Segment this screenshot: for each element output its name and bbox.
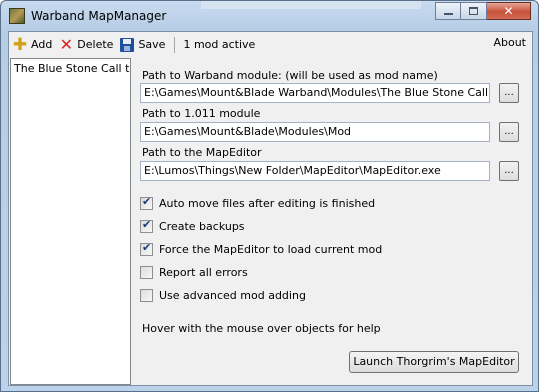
advanced-adding-label: Use advanced mod adding [159, 289, 306, 302]
option-advanced-adding[interactable]: Use advanced mod adding [140, 289, 306, 302]
option-create-backups[interactable]: Create backups [140, 218, 245, 233]
module-1011-path-input[interactable]: E:\Games\Mount&Blade\Modules\Mod [140, 122, 490, 142]
create-backups-label: Create backups [159, 220, 245, 233]
title-bar[interactable]: Warband MapManager ✕ [1, 1, 538, 31]
save-label: Save [138, 38, 166, 51]
delete-button[interactable]: ✕ Delete [55, 34, 116, 56]
launch-mapeditor-button[interactable]: Launch Thorgrim's MapEditor [349, 351, 519, 373]
module-1011-browse-button[interactable]: ... [499, 122, 519, 142]
delete-icon: ✕ [59, 34, 73, 54]
create-backups-checkbox[interactable] [140, 218, 153, 233]
mapeditor-path-input[interactable]: E:\Lumos\Things\New Folder\MapEditor\Map… [140, 161, 490, 181]
client-area: ✚ Add ✕ Delete Save 1 mod active About T… [8, 31, 533, 386]
close-icon: ✕ [503, 4, 514, 18]
minimize-icon [443, 13, 453, 15]
force-load-label: Force the MapEditor to load current mod [159, 243, 383, 256]
option-auto-move[interactable]: Auto move files after editing is finishe… [140, 195, 376, 210]
report-errors-label: Report all errors [159, 266, 248, 279]
toolbar-separator [174, 36, 176, 53]
active-mod-status: 1 mod active [183, 38, 256, 51]
minimize-button[interactable] [435, 2, 461, 20]
list-item[interactable]: The Blue Stone Call to A [11, 59, 130, 78]
toolbar: ✚ Add ✕ Delete Save 1 mod active About [9, 32, 532, 57]
auto-move-checkbox[interactable] [140, 195, 153, 210]
delete-label: Delete [77, 38, 114, 51]
mapeditor-browse-button[interactable]: ... [499, 161, 519, 181]
maximize-icon [469, 7, 478, 15]
caption-buttons: ✕ [435, 2, 531, 20]
help-hint: Hover with the mouse over objects for he… [142, 322, 381, 335]
main-window: Warband MapManager ✕ ✚ Add ✕ Delete Save… [0, 0, 539, 392]
option-report-errors[interactable]: Report all errors [140, 266, 248, 279]
save-button[interactable]: Save [116, 34, 168, 56]
mapeditor-path-label: Path to the MapEditor [142, 146, 262, 159]
floppy-disk-icon [120, 37, 135, 52]
report-errors-checkbox[interactable] [140, 266, 153, 279]
warband-path-label: Path to Warband module: (will be used as… [142, 69, 438, 82]
force-load-checkbox[interactable] [140, 241, 153, 256]
module-1011-path-label: Path to 1.011 module [142, 107, 261, 120]
close-button[interactable]: ✕ [487, 2, 531, 20]
mod-list[interactable]: The Blue Stone Call to A [10, 58, 131, 385]
window-title: Warband MapManager [31, 9, 167, 23]
warband-path-input[interactable]: E:\Games\Mount&Blade Warband\Modules\The… [140, 83, 490, 103]
add-label: Add [31, 38, 53, 51]
app-icon [9, 8, 25, 24]
about-button[interactable]: About [493, 36, 526, 49]
warband-browse-button[interactable]: ... [499, 83, 519, 103]
advanced-adding-checkbox[interactable] [140, 289, 153, 302]
option-force-load[interactable]: Force the MapEditor to load current mod [140, 241, 383, 256]
maximize-button[interactable] [461, 2, 487, 20]
plus-icon: ✚ [12, 34, 28, 55]
auto-move-label: Auto move files after editing is finishe… [159, 197, 376, 210]
add-button[interactable]: ✚ Add [9, 34, 55, 56]
